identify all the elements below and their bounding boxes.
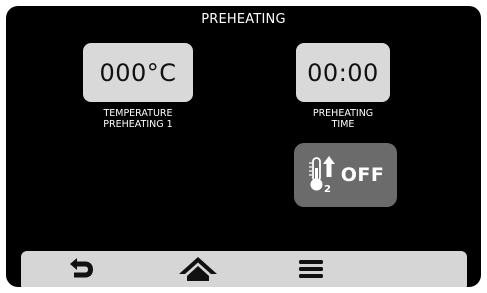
menu-button[interactable] xyxy=(291,251,331,287)
home-button[interactable] xyxy=(171,251,225,287)
temperature-button[interactable]: 000°C xyxy=(83,43,193,102)
thermometer-2-up-icon: 2 xyxy=(307,155,337,195)
temperature-caption: TEMPERATURE PREHEATING 1 xyxy=(68,108,208,130)
temperature-caption-line1: TEMPERATURE xyxy=(103,108,173,119)
home-icon xyxy=(178,256,218,286)
probe-status-label: OFF xyxy=(340,164,385,186)
time-caption-line2: TIME xyxy=(331,119,355,130)
time-caption-line1: PREHEATING xyxy=(312,108,374,119)
bottom-navigation-bar xyxy=(21,251,467,287)
probe-toggle-button[interactable]: 2 OFF xyxy=(294,143,397,207)
time-button[interactable]: 00:00 xyxy=(296,43,390,102)
back-arrow-icon xyxy=(66,257,96,285)
page-title: PREHEATING xyxy=(201,12,286,27)
back-button[interactable] xyxy=(58,251,104,287)
time-caption: PREHEATING TIME xyxy=(278,108,408,130)
oven-display: PREHEATING 000°C TEMPERATURE PREHEATING … xyxy=(6,6,481,287)
temperature-value: 000°C xyxy=(99,58,177,87)
temperature-caption-line2: PREHEATING 1 xyxy=(103,119,173,130)
menu-icon xyxy=(298,259,324,283)
svg-text:2: 2 xyxy=(324,184,331,195)
time-value: 00:00 xyxy=(307,58,379,87)
